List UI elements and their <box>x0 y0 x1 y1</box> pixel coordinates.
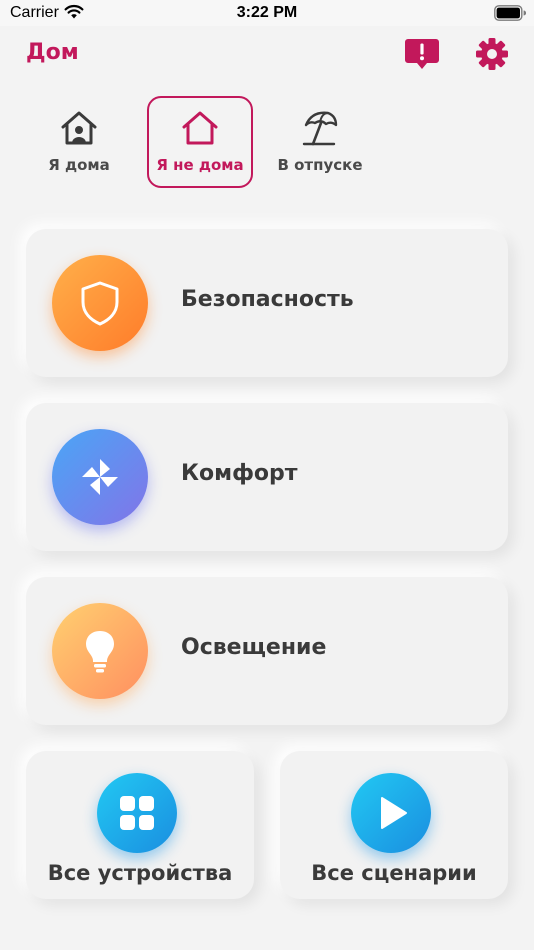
security-card[interactable]: Безопасность <box>26 229 508 377</box>
screen: Carrier 3:22 PM Дом Я дома Я не дома В о… <box>0 0 534 950</box>
mode-label: Я не дома <box>156 156 244 174</box>
mode-label: Я дома <box>48 156 110 174</box>
lightbulb-icon <box>86 631 114 673</box>
home-icon <box>182 111 218 145</box>
all-scenarios-icon-circle <box>351 773 431 853</box>
grid-icon <box>120 796 154 830</box>
all-scenarios-label: Все сценарии <box>311 861 477 885</box>
battery-icon <box>494 5 526 21</box>
lighting-card[interactable]: Освещение <box>26 577 508 725</box>
play-icon <box>381 797 407 829</box>
status-bar: Carrier 3:22 PM <box>0 0 534 26</box>
security-icon-circle <box>52 255 148 351</box>
home-person-icon <box>61 111 97 145</box>
fan-icon <box>82 459 118 495</box>
alert-icon <box>405 39 439 69</box>
gear-icon <box>476 38 508 70</box>
security-label: Безопасность <box>181 287 354 312</box>
comfort-icon-circle <box>52 429 148 525</box>
all-scenarios-card[interactable]: Все сценарии <box>280 751 508 899</box>
mode-tab-away[interactable]: Я не дома <box>147 96 253 188</box>
lighting-label: Освещение <box>181 635 327 660</box>
all-devices-label: Все устройства <box>47 861 233 885</box>
all-devices-icon-circle <box>97 773 177 853</box>
alert-button[interactable] <box>404 37 440 71</box>
mode-label: В отпуске <box>277 156 363 174</box>
mode-tab-home[interactable]: Я дома <box>26 96 132 188</box>
mode-tab-vacation[interactable]: В отпуске <box>267 96 373 188</box>
settings-button[interactable] <box>474 36 510 72</box>
lighting-icon-circle <box>52 603 148 699</box>
all-devices-card[interactable]: Все устройства <box>26 751 254 899</box>
comfort-card[interactable]: Комфорт <box>26 403 508 551</box>
page-title: Дом <box>26 40 79 65</box>
clock: 3:22 PM <box>236 4 298 21</box>
shield-icon <box>81 281 119 326</box>
beach-umbrella-icon <box>302 111 338 146</box>
comfort-label: Комфорт <box>181 461 298 486</box>
